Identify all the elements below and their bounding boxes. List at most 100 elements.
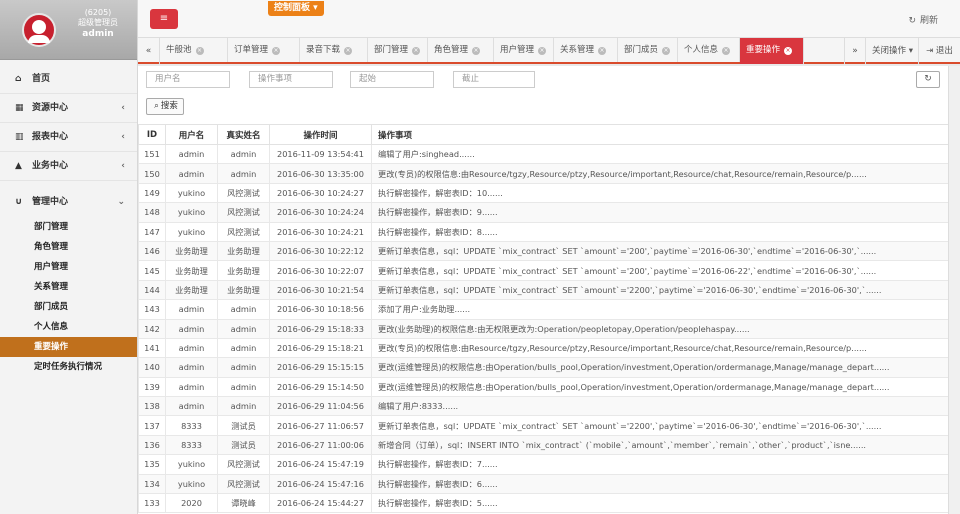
- cell-realname: admin: [217, 143, 270, 165]
- operation-input[interactable]: 操作事项: [249, 71, 333, 88]
- search-icon: ⌕: [154, 101, 159, 111]
- tab-close-icon[interactable]: ×: [195, 47, 204, 55]
- cell-operation: 编辑了用户:8333......: [371, 396, 949, 417]
- cell-time: 2016-06-30 10:24:24: [269, 202, 372, 223]
- subnav-item[interactable]: 重要操作: [0, 337, 137, 357]
- nav-home[interactable]: ⌂ 首页: [0, 65, 137, 94]
- logout-button[interactable]: ⇥ 退出: [919, 38, 960, 64]
- tab-close-icon[interactable]: ×: [472, 47, 481, 55]
- cell-id: 136: [138, 434, 166, 456]
- tab-close-icon[interactable]: ×: [538, 47, 547, 55]
- home-icon: ⌂: [15, 74, 22, 84]
- sidebar: (6205) 超级管理员 admin ⌂ 首页 ▦ 资源中心 ‹ ▥ 报表中心 ‹ ▲ 业务…: [0, 0, 138, 514]
- username-input[interactable]: 用户名: [146, 71, 230, 88]
- close-operations-label: 关闭操作: [872, 46, 907, 56]
- cell-username: admin: [165, 376, 218, 398]
- search-button[interactable]: ⌕ 搜索: [146, 98, 184, 115]
- cell-realname: admin: [217, 163, 270, 184]
- vertical-scrollbar[interactable]: [948, 66, 960, 514]
- cell-id: 148: [138, 202, 166, 223]
- subnav-item[interactable]: 部门成员: [0, 297, 137, 317]
- tab-close-icon[interactable]: ×: [598, 47, 607, 55]
- cell-realname: 风控测试: [217, 221, 270, 242]
- cell-id: 140: [138, 357, 166, 378]
- refresh-button[interactable]: ↻ 刷新: [904, 13, 938, 26]
- cell-time: 2016-06-30 10:21:54: [269, 279, 372, 301]
- cell-time: 2016-06-30 10:24:21: [269, 221, 372, 242]
- refresh-icon: ↻: [908, 16, 916, 26]
- nav-admin-label: 管理中心: [32, 197, 69, 207]
- cell-username: 业务助理: [165, 240, 218, 262]
- table-row: 136 8333 测试员 2016-06-27 11:00:06 新增合同（订单），sq…: [138, 434, 949, 456]
- cell-time: 2016-06-29 11:04:56: [269, 396, 372, 417]
- cell-username: admin: [165, 318, 218, 339]
- subnav-item[interactable]: 用户管理: [0, 257, 137, 277]
- cell-id: 135: [138, 454, 166, 475]
- tab-item[interactable]: 部门管理 ×: [368, 38, 428, 62]
- nav-business[interactable]: ▲ 业务中心 ‹: [0, 152, 137, 181]
- cell-time: 2016-06-29 15:18:21: [269, 337, 372, 359]
- cell-operation: 编辑了用户:singhead......: [371, 143, 949, 165]
- tab-label: 牛般池: [166, 45, 192, 55]
- operations-table: ID 用户名 真实姓名 操作时间 操作事项 151 admin admin 2016-…: [138, 124, 949, 514]
- tab-close-icon[interactable]: ×: [344, 47, 353, 55]
- search-label: 搜索: [160, 101, 178, 111]
- tab-close-icon[interactable]: ×: [722, 47, 731, 55]
- cell-id: 145: [138, 260, 166, 281]
- cell-operation: 执行解密操作，解密表ID：8......: [371, 221, 949, 242]
- menu-toggle-button[interactable]: ≡: [150, 9, 178, 29]
- subnav-item[interactable]: 部门管理: [0, 217, 137, 237]
- table-header-row: ID 用户名 真实姓名 操作时间 操作事项: [138, 124, 949, 145]
- cell-username: admin: [165, 337, 218, 359]
- cell-id: 141: [138, 337, 166, 359]
- cell-realname: 业务助理: [217, 240, 270, 262]
- cell-realname: admin: [217, 396, 270, 417]
- cell-realname: 风控测试: [217, 202, 270, 223]
- subnav-item[interactable]: 角色管理: [0, 237, 137, 257]
- tab-item[interactable]: 关系管理 ×: [554, 38, 618, 62]
- cell-realname: admin: [217, 318, 270, 339]
- tab-close-icon[interactable]: ×: [412, 47, 421, 55]
- tab-close-icon[interactable]: ×: [662, 47, 671, 55]
- tab-close-icon[interactable]: ×: [272, 47, 281, 55]
- tab-scroll-right-button[interactable]: »: [844, 38, 866, 64]
- start-date-input[interactable]: 起始: [350, 71, 434, 88]
- subnav-item[interactable]: 关系管理: [0, 277, 137, 297]
- user-panel: (6205) 超级管理员 admin: [0, 0, 137, 60]
- user-name: admin: [82, 29, 114, 39]
- tab-item[interactable]: 录音下载 ×: [300, 38, 368, 62]
- tab-scroll-left-button[interactable]: «: [138, 38, 160, 64]
- tab-item[interactable]: 牛般池 ×: [160, 38, 228, 62]
- cell-time: 2016-06-29 15:14:50: [269, 376, 372, 398]
- tab-item[interactable]: 个人信息 ×: [678, 38, 740, 62]
- tab-item[interactable]: 部门成员 ×: [618, 38, 678, 62]
- cell-operation: 更改(专员)的权限信息:由Resource/tgzy,Resource/ptzy…: [371, 337, 949, 359]
- end-date-input[interactable]: 截止: [453, 71, 535, 88]
- subnav-item[interactable]: 个人信息: [0, 317, 137, 337]
- cell-username: 业务助理: [165, 260, 218, 281]
- tab-item[interactable]: 重要操作 ×: [740, 38, 804, 64]
- cell-time: 2016-06-30 10:18:56: [269, 299, 372, 320]
- cell-operation: 更改(业务助理)的权限信息:由无权限更改为:Operation/peopleto…: [371, 318, 949, 339]
- nav-resource-label: 资源中心: [32, 103, 69, 113]
- close-operations-button[interactable]: 关闭操作 ▾: [867, 38, 919, 64]
- tab-item[interactable]: 用户管理 ×: [494, 38, 554, 62]
- caret-down-icon: ▾: [908, 46, 913, 56]
- user-id: (6205): [84, 8, 112, 17]
- control-panel-button[interactable]: 控制面板 ▾: [268, 1, 324, 16]
- chevron-down-icon: ⌄: [117, 197, 125, 207]
- cell-operation: 更改(专员)的权限信息:由Resource/tgzy,Resource/ptzy…: [371, 163, 949, 184]
- nav-resource[interactable]: ▦ 资源中心 ‹: [0, 94, 137, 123]
- table-row: 143 admin admin 2016-06-30 10:18:56 添加了用户:业务…: [138, 299, 949, 320]
- cell-time: 2016-06-30 13:35:00: [269, 163, 372, 184]
- table-row: 138 admin admin 2016-06-29 11:04:56 编辑了用户:83…: [138, 396, 949, 417]
- cell-realname: admin: [217, 376, 270, 398]
- nav-admin[interactable]: ∪ 管理中心 ⌄: [0, 187, 137, 217]
- tab-item[interactable]: 订单管理 ×: [228, 38, 300, 62]
- tab-item[interactable]: 角色管理 ×: [428, 38, 494, 62]
- subnav-item[interactable]: 定时任务执行情况: [0, 357, 137, 377]
- nav-report[interactable]: ▥ 报表中心 ‹: [0, 123, 137, 152]
- col-id: ID: [138, 124, 166, 145]
- reload-button[interactable]: ↻: [916, 71, 940, 88]
- tab-close-icon[interactable]: ×: [784, 47, 793, 55]
